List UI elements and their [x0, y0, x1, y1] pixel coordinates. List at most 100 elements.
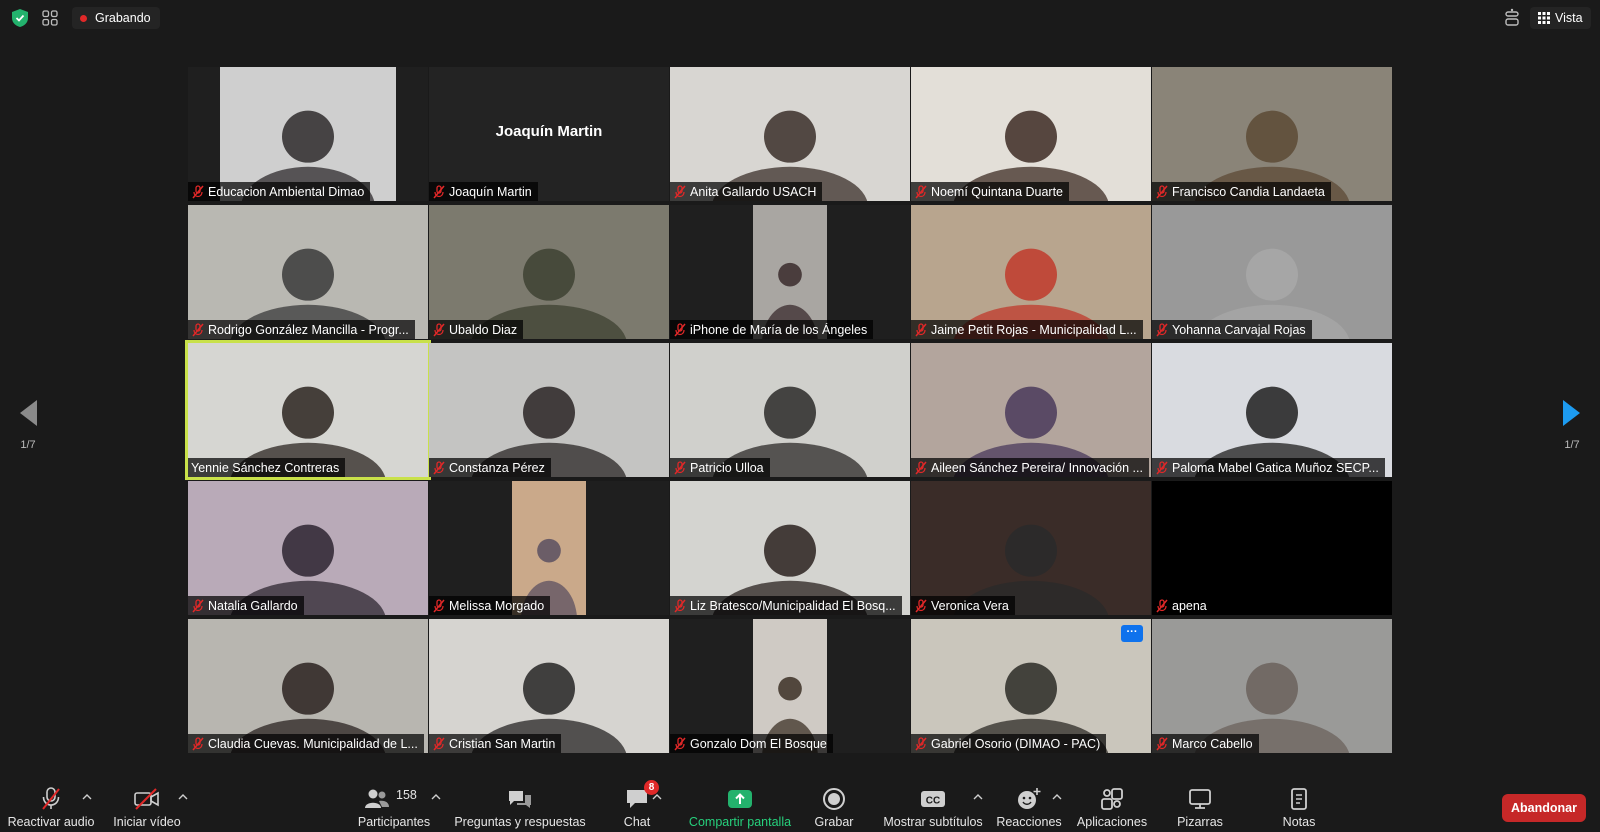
participant-tile[interactable]: Liz Bratesco/Municipalidad El Bosq...	[670, 481, 910, 615]
chat-caret-icon[interactable]	[652, 793, 662, 801]
participant-video	[512, 481, 586, 615]
video-options-caret-icon[interactable]	[178, 793, 188, 801]
security-shield-icon[interactable]	[12, 9, 28, 27]
participant-name: Francisco Candia Landaeta	[1172, 184, 1325, 199]
page-indicator-left: 1/7	[20, 439, 36, 451]
reactions-label: Reacciones	[996, 815, 1062, 829]
meeting-toolbar: Reactivar audio Iniciar vídeo 158 Partic…	[0, 780, 1600, 832]
show-captions-button[interactable]: CC Mostrar subtítulos	[878, 780, 988, 832]
participant-tile[interactable]: Aileen Sánchez Pereira/ Innovación ...	[911, 343, 1151, 477]
participant-name-tag: Claudia Cuevas. Municipalidad de L...	[188, 734, 424, 753]
participant-tile[interactable]: Yohanna Carvajal Rojas	[1152, 205, 1392, 339]
participant-video	[911, 205, 1151, 339]
reactions-button[interactable]: Reacciones	[996, 780, 1062, 832]
participant-video	[188, 481, 428, 615]
participant-tile[interactable]: Educacion Ambiental Dimao	[188, 67, 428, 201]
muted-microphone-icon	[192, 736, 204, 750]
notes-icon	[1291, 788, 1307, 810]
participant-tile[interactable]: Patricio Ulloa	[670, 343, 910, 477]
person-silhouette	[230, 386, 386, 477]
participant-tile[interactable]: Francisco Candia Landaeta	[1152, 67, 1392, 201]
more-options-button[interactable]: ···	[1121, 625, 1143, 642]
participant-tile[interactable]: Joaquín Martin Joaquín Martin	[429, 67, 669, 201]
meeting-info-grid-icon[interactable]	[42, 10, 58, 26]
participant-tile[interactable]: Natalia Gallardo	[188, 481, 428, 615]
view-button[interactable]: Vista	[1530, 7, 1591, 29]
next-page-button[interactable]: 1/7	[1554, 398, 1590, 451]
participant-tile[interactable]: Gonzalo Dom El Bosque	[670, 619, 910, 753]
audio-options-caret-icon[interactable]	[82, 793, 92, 801]
participant-tile[interactable]: ··· Gabriel Osorio (DIMAO - PAC)	[911, 619, 1151, 753]
person-silhouette	[471, 386, 627, 477]
participant-name: Yennie Sánchez Contreras	[191, 460, 340, 475]
participant-tile[interactable]: Anita Gallardo USACH	[670, 67, 910, 201]
record-button[interactable]: Grabar	[812, 780, 856, 832]
participants-caret-icon[interactable]	[431, 793, 441, 801]
closed-captions-icon: CC	[921, 791, 945, 807]
participant-tile[interactable]: Constanza Pérez	[429, 343, 669, 477]
participant-name-tag: Noemí Quintana Duarte	[911, 182, 1070, 201]
previous-page-button[interactable]: 1/7	[10, 398, 46, 451]
participant-name-tag: Joaquín Martin	[429, 182, 538, 201]
participant-tile[interactable]: Yennie Sánchez Contreras	[185, 340, 431, 480]
participant-tile[interactable]: Claudia Cuevas. Municipalidad de L...	[188, 619, 428, 753]
participants-count: 158	[396, 788, 417, 802]
whiteboard-icon	[1189, 789, 1211, 809]
immersive-view-icon[interactable]	[1500, 8, 1524, 28]
notes-label: Notas	[1282, 815, 1316, 829]
person-silhouette	[953, 110, 1109, 201]
participant-tile[interactable]: Cristian San Martin	[429, 619, 669, 753]
muted-microphone-icon	[674, 184, 686, 198]
participant-name: Educacion Ambiental Dimao	[208, 184, 365, 199]
qa-button[interactable]: Preguntas y respuestas	[454, 780, 586, 832]
participant-name-tag: apena	[1152, 596, 1213, 615]
participant-tile[interactable]: Rodrigo González Mancilla - Progr...	[188, 205, 428, 339]
notes-button[interactable]: Notas	[1274, 780, 1324, 832]
participant-name: Gabriel Osorio (DIMAO - PAC)	[931, 736, 1101, 751]
leave-meeting-button[interactable]: Abandonar	[1502, 794, 1586, 822]
muted-microphone-icon	[1156, 184, 1168, 198]
participant-video	[911, 481, 1151, 615]
participant-name-tag: Natalia Gallardo	[188, 596, 304, 615]
chat-button[interactable]: 8 Chat	[614, 780, 660, 832]
share-screen-button[interactable]: Compartir pantalla	[680, 780, 800, 832]
participant-video	[911, 67, 1151, 201]
meeting-top-bar: Grabando Vista	[0, 0, 1600, 36]
recording-indicator[interactable]: Grabando	[72, 7, 160, 29]
captions-caret-icon[interactable]	[973, 793, 983, 801]
reactions-caret-icon[interactable]	[1052, 793, 1062, 801]
participant-tile[interactable]: Marco Cabello	[1152, 619, 1392, 753]
whiteboards-button[interactable]: Pizarras	[1172, 780, 1228, 832]
view-grid-icon	[1538, 12, 1550, 24]
participant-tile[interactable]: Noemí Quintana Duarte	[911, 67, 1151, 201]
participant-name-tag: Veronica Vera	[911, 596, 1015, 615]
participant-tile[interactable]: Ubaldo Diaz	[429, 205, 669, 339]
participant-name-tag: Constanza Pérez	[429, 458, 551, 477]
participant-name: Patricio Ulloa	[690, 460, 764, 475]
recording-label: Grabando	[95, 11, 151, 25]
person-silhouette	[762, 262, 818, 339]
participant-tile[interactable]: Paloma Mabel Gatica Muñoz SECP...	[1152, 343, 1392, 477]
unmute-audio-button[interactable]: Reactivar audio	[8, 780, 94, 832]
show-captions-label: Mostrar subtítulos	[883, 815, 983, 829]
participant-tile[interactable]: Veronica Vera	[911, 481, 1151, 615]
participant-tile[interactable]: Jaime Petit Rojas - Municipalidad L...	[911, 205, 1151, 339]
participant-name-tag: Marco Cabello	[1152, 734, 1259, 753]
participant-tile[interactable]: apena	[1152, 481, 1392, 615]
participant-display-name: Joaquín Martin	[495, 123, 603, 140]
qa-label: Preguntas y respuestas	[454, 815, 586, 829]
participant-tile[interactable]: Melissa Morgado	[429, 481, 669, 615]
person-silhouette	[953, 524, 1109, 615]
apps-button[interactable]: Aplicaciones	[1074, 780, 1150, 832]
participant-tile[interactable]: iPhone de María de los Ángeles	[670, 205, 910, 339]
muted-microphone-icon	[433, 460, 445, 474]
start-video-button[interactable]: Iniciar vídeo	[108, 780, 186, 832]
participant-video	[1152, 343, 1392, 477]
participant-name-tag: Gabriel Osorio (DIMAO - PAC)	[911, 734, 1107, 753]
participant-video	[188, 343, 428, 477]
participant-name: Noemí Quintana Duarte	[931, 184, 1064, 199]
participant-name-tag: Yennie Sánchez Contreras	[188, 458, 346, 477]
apps-label: Aplicaciones	[1076, 815, 1148, 829]
whiteboards-label: Pizarras	[1177, 815, 1223, 829]
participants-button[interactable]: 158 Participantes	[354, 780, 434, 832]
